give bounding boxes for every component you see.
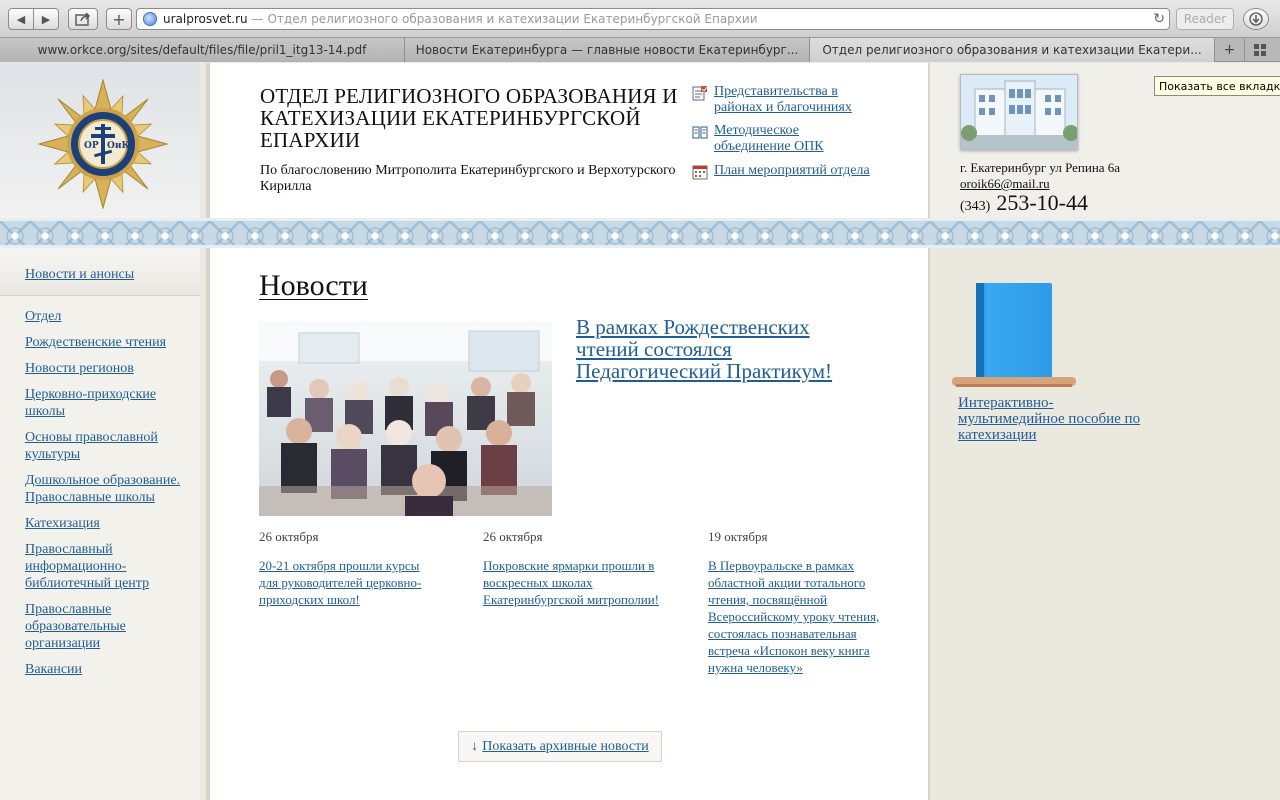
sidebar-item-orthodox-culture[interactable]: Основы православной культуры [25, 429, 175, 463]
back-button[interactable]: ◀ [8, 8, 34, 30]
news-link[interactable]: Покровские ярмарки прошли в воскресных ш… [483, 557, 663, 608]
sidebar-item-department[interactable]: Отдел [25, 308, 190, 325]
methodical-association-link[interactable]: Методическое объединение ОПК [714, 123, 844, 155]
phone-number: 253-10-44 [996, 190, 1088, 215]
calendar-icon [692, 165, 708, 180]
address-bar[interactable]: uralprosvet.ru — Отдел религиозного обра… [136, 8, 1170, 30]
globe-icon [143, 12, 157, 26]
news-item: 19 октября В Первоуральске в рамках обла… [708, 529, 888, 676]
share-button[interactable] [68, 8, 98, 30]
url-domain: uralprosvet.ru [163, 12, 248, 26]
tab-bar: www.orkce.org/sites/default/files/file/p… [0, 38, 1280, 62]
archive-button-label: Показать архивные новости [482, 738, 649, 754]
tooltip: Показать все вкладки [1154, 76, 1280, 96]
plus-icon: + [112, 9, 126, 29]
sidebar-item-vacancies[interactable]: Вакансии [25, 661, 190, 678]
show-all-tabs-button[interactable] [1245, 38, 1275, 62]
book-open-icon [692, 126, 708, 139]
show-archive-button[interactable]: ↓ Показать архивные новости [458, 731, 662, 762]
web-page: ОР ОиК ОТДЕЛ РЕЛИГИОЗНОГО ОБРАЗОВАНИЯ И … [0, 63, 1280, 800]
address-text: г. Екатеринбург ул Репина 6а [960, 160, 1121, 175]
organization-title: ОТДЕЛ РЕЛИГИОЗНОГО ОБРАЗОВАНИЯ И КАТЕХИЗ… [260, 84, 678, 152]
downloads-button[interactable] [1243, 8, 1269, 30]
sidebar-item-regional-news[interactable]: Новости регионов [25, 360, 190, 377]
arrow-down-icon: ↓ [471, 738, 479, 754]
new-tab-button[interactable]: + [1215, 38, 1245, 62]
svg-text:ОиК: ОиК [107, 141, 131, 151]
share-icon [75, 12, 90, 26]
reader-button[interactable]: Reader [1176, 8, 1234, 30]
emblem-seal[interactable]: ОР ОиК [38, 79, 168, 209]
news-date: 26 октября [259, 529, 319, 544]
lead-news-photo[interactable] [259, 321, 552, 516]
sidebar-item-news[interactable]: Новости и анонсы [25, 266, 190, 283]
news-item: 26 октября Покровские ярмарки прошли в в… [483, 529, 663, 608]
browser-toolbar: ◀ ▶ + uralprosvet.ru — Отдел религиозног… [0, 0, 1280, 38]
url-page-title: — Отдел религиозного образования и катех… [251, 12, 758, 26]
representations-link[interactable]: Представительства в районах и благочиния… [714, 84, 874, 116]
events-plan-link[interactable]: План мероприятий отдела [714, 163, 870, 179]
forward-button[interactable]: ▶ [33, 8, 59, 30]
news-link[interactable]: 20-21 октября прошли курсы для руководит… [259, 557, 439, 608]
header-link-representations: Представительства в районах и благочиния… [692, 84, 874, 116]
sidebar-item-library-center[interactable]: Православный информационно-библиотечный … [25, 541, 165, 592]
sidebar-item-educational-orgs[interactable]: Православные образовательные организации [25, 601, 155, 652]
news-item: 26 октября 20-21 октября прошли курсы дл… [259, 529, 439, 608]
phone-code: (343) [960, 199, 991, 214]
news-heading: Новости [259, 269, 368, 302]
news-link[interactable]: В Первоуральске в рамках областной акции… [708, 557, 888, 676]
news-date: 26 октября [483, 529, 543, 544]
news-date: 19 октября [708, 529, 768, 544]
tab-ekb-news[interactable]: Новости Екатеринбурга — главные новости … [405, 38, 810, 62]
forward-icon: ▶ [41, 12, 51, 26]
organization-subtitle: По благословению Митрополита Екатеринбур… [260, 163, 676, 194]
add-bookmark-button[interactable]: + [106, 8, 132, 30]
tab-pdf[interactable]: www.orkce.org/sites/default/files/file/p… [0, 38, 405, 62]
sidebar-item-parish-schools[interactable]: Церковно-приходские школы [25, 386, 175, 420]
ornament-band [0, 218, 1280, 248]
svg-text:ОР: ОР [84, 141, 99, 151]
sidebar-item-catechesis[interactable]: Катехизация [25, 515, 190, 532]
phone-block: (343) 253-10-44 [960, 190, 1088, 216]
grid-icon [1254, 44, 1266, 56]
header-link-methodical: Методическое объединение ОПК [692, 123, 844, 155]
back-icon: ◀ [16, 12, 26, 26]
edit-list-icon [692, 86, 708, 101]
building-photo[interactable] [960, 74, 1078, 150]
sidebar-item-preschool[interactable]: Дошкольное образование. Православные шко… [25, 472, 190, 506]
header-link-plan: План мероприятий отдела [692, 163, 870, 180]
multimedia-guide-link[interactable]: Интерактивно-мультимедийное пособие по к… [958, 395, 1158, 443]
lead-news-title[interactable]: В рамках Рождественских чтений состоялся… [576, 316, 876, 382]
tab-current[interactable]: Отдел религиозного образования и катехиз… [810, 38, 1215, 62]
sidebar-item-christmas-readings[interactable]: Рождественские чтения [25, 334, 190, 351]
book-icon[interactable] [952, 281, 1076, 389]
download-icon [1249, 12, 1263, 26]
reload-icon[interactable]: ↻ [1153, 11, 1165, 27]
